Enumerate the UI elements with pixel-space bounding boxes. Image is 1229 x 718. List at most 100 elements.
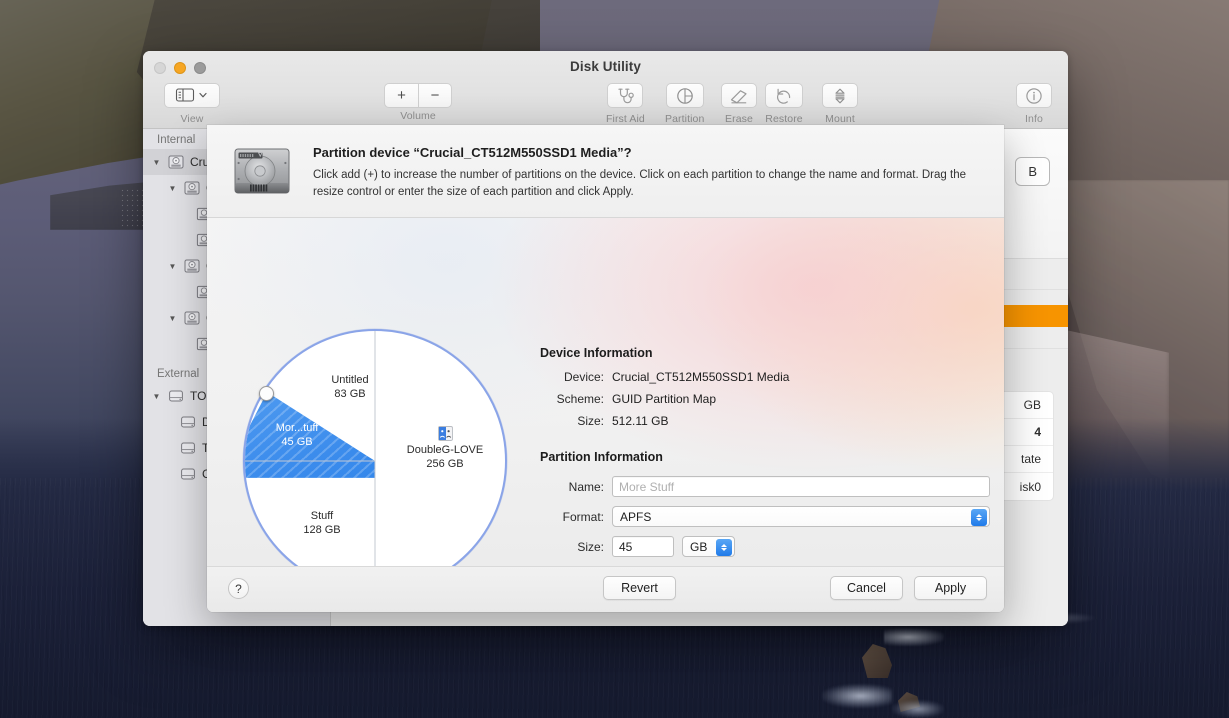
device-label: Device:: [540, 370, 604, 384]
partition-size-unit-value: GB: [690, 540, 707, 554]
pie-label-more-stuff-name: Mor...tuff: [276, 422, 319, 434]
internal-disk-icon: [183, 257, 201, 275]
partition-label: Partition: [665, 113, 704, 125]
scheme-value: GUID Partition Map: [612, 392, 716, 406]
partition-information-heading: Partition Information: [540, 450, 990, 464]
internal-disk-icon: [167, 153, 185, 171]
sheet-body: Untitled 83 GB Mor...tuff 45 GB Stuff 12…: [207, 218, 1004, 566]
partition-row-format: Format: APFS: [540, 506, 990, 527]
external-volume-icon: [179, 465, 197, 483]
partition-name-input[interactable]: More Stuff: [612, 476, 990, 497]
disclosure-triangle-icon[interactable]: ▼: [167, 314, 178, 323]
disclosure-triangle-icon[interactable]: ▼: [151, 392, 162, 401]
toolbar-mount-group: Mount: [822, 83, 858, 125]
view-button[interactable]: [164, 83, 220, 108]
wallpaper-foam-3: [892, 700, 944, 718]
toolbar-restore-group: Restore: [765, 83, 803, 125]
toolbar-partition-group: Partition: [665, 83, 704, 125]
finder-volume-icon: [437, 425, 454, 442]
partition-row-size: Size: 45 GB: [540, 536, 990, 557]
device-size-label: Size:: [540, 414, 604, 428]
erase-button[interactable]: [721, 83, 757, 108]
external-volume-icon: [179, 413, 197, 431]
pie-label-stuff-size: 128 GB: [267, 523, 377, 537]
mount-button[interactable]: [822, 83, 858, 108]
name-label: Name:: [540, 480, 604, 494]
toolbar: View + − Volume: [143, 79, 1068, 129]
restore-arrow-icon: [773, 86, 795, 106]
partition-format-value: APFS: [620, 510, 651, 524]
partition-button[interactable]: [666, 83, 704, 108]
help-button[interactable]: ?: [228, 578, 249, 599]
sidebar-view-icon: [174, 86, 196, 106]
pie-label-stuff[interactable]: Stuff 128 GB: [267, 509, 377, 537]
disclosure-triangle-icon[interactable]: ▼: [167, 184, 178, 193]
info-label: Info: [1016, 113, 1052, 125]
restore-button[interactable]: [765, 83, 803, 108]
partition-pie-chart[interactable]: Untitled 83 GB Mor...tuff 45 GB Stuff 12…: [236, 321, 516, 601]
toolbar-info-group: Info: [1016, 83, 1052, 125]
external-disk-icon: [167, 387, 185, 405]
hard-drive-icon: [229, 143, 295, 217]
mount-icon: [829, 86, 851, 106]
internal-disk-icon: [183, 309, 201, 327]
partition-size-unit-select[interactable]: GB: [682, 536, 735, 557]
pie-divider-horizontal: [245, 461, 375, 462]
scheme-label: Scheme:: [540, 392, 604, 406]
device-information-heading: Device Information: [540, 346, 990, 360]
partition-pie-icon: [674, 86, 696, 106]
window-titlebar: Disk Utility: [143, 51, 1068, 129]
device-row-size: Size: 512.11 GB: [540, 414, 990, 428]
capacity-pill: B: [1015, 157, 1050, 186]
pie-label-more-stuff[interactable]: Mor...tuff 45 GB: [249, 421, 345, 449]
device-row-scheme: Scheme: GUID Partition Map: [540, 392, 990, 406]
partition-row-name: Name: More Stuff: [540, 476, 990, 497]
disclosure-triangle-icon[interactable]: ▼: [151, 158, 162, 167]
first-aid-button[interactable]: [607, 83, 643, 108]
sidebar-item-label: TO: [190, 389, 206, 403]
window-title: Disk Utility: [143, 59, 1068, 74]
view-label: View: [164, 113, 220, 125]
wallpaper-foam-1: [884, 628, 944, 646]
pie-resize-handle[interactable]: [259, 386, 274, 401]
size-label: Size:: [540, 540, 604, 554]
sheet-header-text: Partition device “Crucial_CT512M550SSD1 …: [313, 143, 981, 217]
external-volume-icon: [179, 439, 197, 457]
pie-label-stuff-name: Stuff: [311, 510, 333, 522]
device-size-value: 512.11 GB: [612, 414, 668, 428]
toolbar-erase-group: Erase: [721, 83, 757, 125]
format-label: Format:: [540, 510, 604, 524]
sheet-description: Click add (+) to increase the number of …: [313, 167, 981, 200]
info-button[interactable]: [1016, 83, 1052, 108]
partition-size-input[interactable]: 45: [612, 536, 674, 557]
sheet-title: Partition device “Crucial_CT512M550SSD1 …: [313, 145, 981, 160]
disclosure-triangle-icon[interactable]: ▼: [167, 262, 178, 271]
apply-button[interactable]: Apply: [914, 576, 987, 600]
restore-label: Restore: [765, 113, 803, 125]
partition-sheet-dialog: Partition device “Crucial_CT512M550SSD1 …: [207, 125, 1004, 612]
stethoscope-icon: [614, 86, 636, 106]
cancel-button[interactable]: Cancel: [830, 576, 903, 600]
partition-format-select[interactable]: APFS: [612, 506, 990, 527]
pie-circle[interactable]: Untitled 83 GB Mor...tuff 45 GB Stuff 12…: [243, 329, 507, 593]
first-aid-label: First Aid: [606, 113, 645, 125]
device-value: Crucial_CT512M550SSD1 Media: [612, 370, 789, 384]
chevron-updown-icon[interactable]: [971, 509, 987, 526]
add-volume-button[interactable]: +: [384, 83, 418, 108]
pie-label-doubleg-love[interactable]: DoubleG-LOVE 256 GB: [385, 425, 505, 471]
mount-label: Mount: [822, 113, 858, 125]
revert-button[interactable]: Revert: [603, 576, 676, 600]
pie-label-untitled[interactable]: Untitled 83 GB: [295, 373, 405, 401]
pie-label-untitled-name: Untitled: [331, 374, 368, 386]
chevron-updown-icon[interactable]: [716, 539, 732, 556]
chevron-down-icon: [196, 86, 210, 106]
pie-label-doubleg-love-name: DoubleG-LOVE: [407, 444, 483, 456]
toolbar-view-group: View: [164, 83, 220, 125]
remove-volume-button[interactable]: −: [418, 83, 452, 108]
toolbar-first-aid-group: First Aid: [606, 83, 645, 125]
pie-label-more-stuff-size: 45 GB: [249, 435, 345, 449]
erase-icon: [728, 86, 750, 106]
info-circle-icon: [1023, 86, 1045, 106]
volume-label: Volume: [384, 110, 452, 122]
wallpaper-foam-2: [822, 684, 892, 708]
